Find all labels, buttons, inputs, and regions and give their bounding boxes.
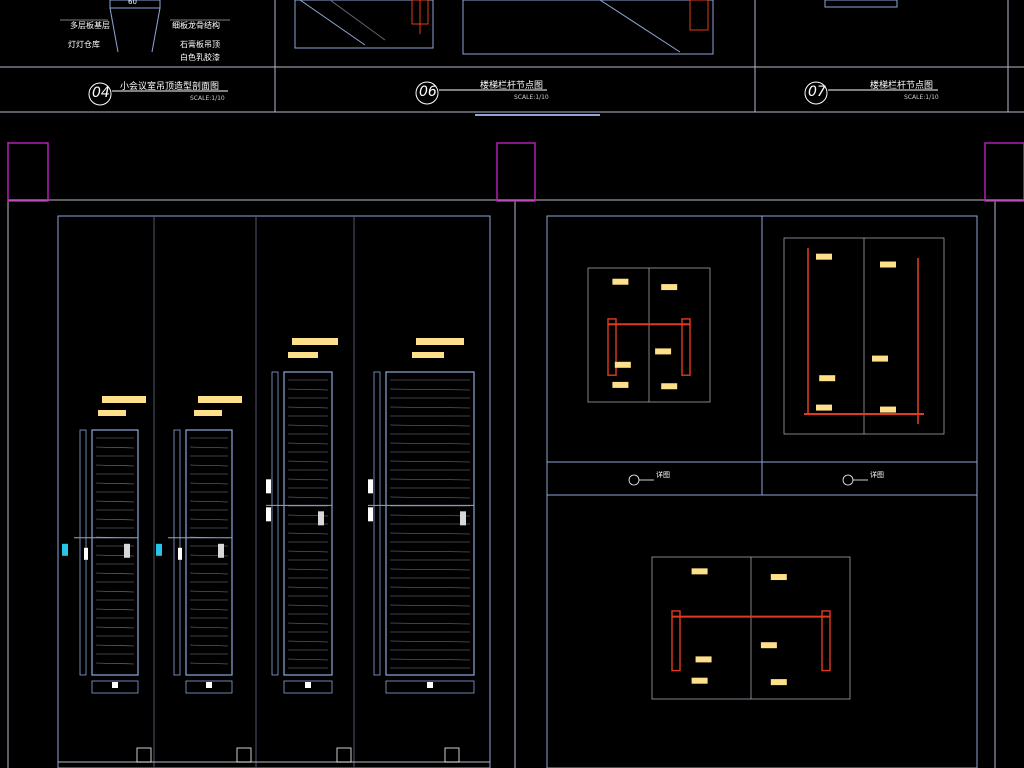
annotation-3: 石膏板吊顶 xyxy=(180,40,220,49)
drawing-scale-07: SCALE:1/10 xyxy=(904,94,939,101)
door-elevation-icon-2 xyxy=(266,338,338,694)
door-section-detail-icon-2 xyxy=(651,556,851,700)
drawing-number-06: 06 xyxy=(419,84,437,100)
drawing-scale-04: SCALE:1/10 xyxy=(190,95,225,102)
drawing-number-07: 07 xyxy=(808,84,826,100)
elevation-number-tags xyxy=(136,747,460,763)
door-elevation-icon-1 xyxy=(156,396,242,694)
annotation-1: 灯灯仓库 xyxy=(68,40,100,49)
detail-label-left: 详图 xyxy=(656,471,670,479)
door-elevation-icon-0 xyxy=(62,396,146,694)
drawing-scale-06: SCALE:1/10 xyxy=(514,94,549,101)
door-section-detail-icon-1 xyxy=(783,237,945,435)
top-strip-frame xyxy=(0,0,1024,113)
main-frame xyxy=(7,142,1024,768)
drawing-title-07: 楼梯栏杆节点图 xyxy=(870,81,934,91)
detail-panel xyxy=(546,215,978,768)
annotation-2: 细板龙骨结构 xyxy=(172,21,220,30)
magenta-markers xyxy=(7,142,1024,202)
door-elevation-icon-3 xyxy=(368,338,475,694)
annotation-4: 白色乳胶漆 xyxy=(180,53,220,62)
door-section-detail-icon-0 xyxy=(587,267,711,403)
railing-node-detail-icon xyxy=(824,0,898,8)
railing-node-detail-icon xyxy=(294,0,714,55)
annotation-0: 多层板基层 xyxy=(70,21,110,30)
drawing-title-06: 楼梯栏杆节点图 xyxy=(480,81,544,91)
drawing-number-04: 04 xyxy=(92,85,110,101)
section-details xyxy=(587,237,945,700)
door-elevations xyxy=(62,338,475,694)
cad-drawing-canvas xyxy=(0,0,1024,768)
detail-label-right: 详图 xyxy=(870,471,884,479)
drawing-title-04: 小会议室吊顶造型剖面图 xyxy=(120,82,220,92)
top-box-label: 60 xyxy=(128,0,137,6)
